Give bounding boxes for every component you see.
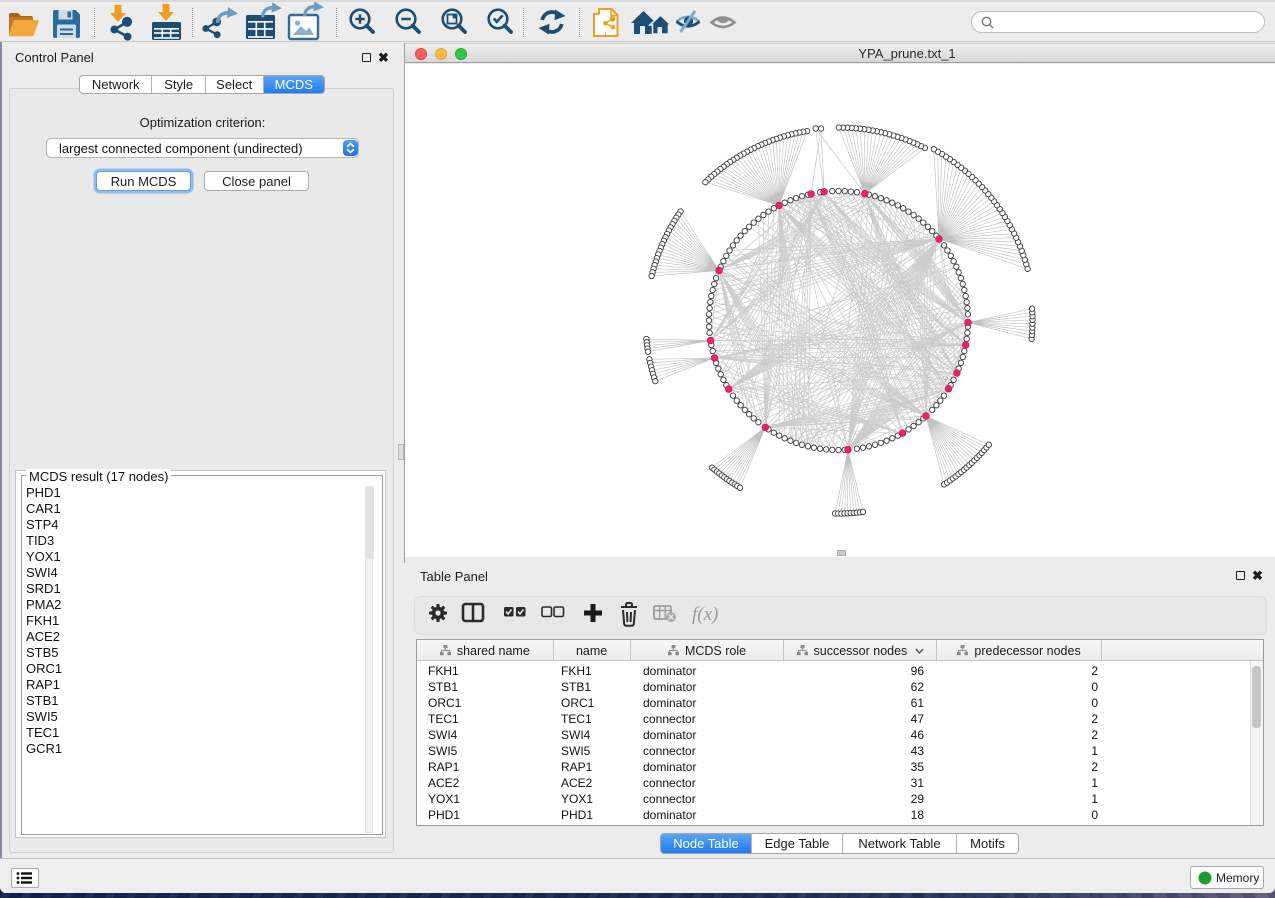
svg-text:f(x): f(x) (692, 604, 718, 625)
